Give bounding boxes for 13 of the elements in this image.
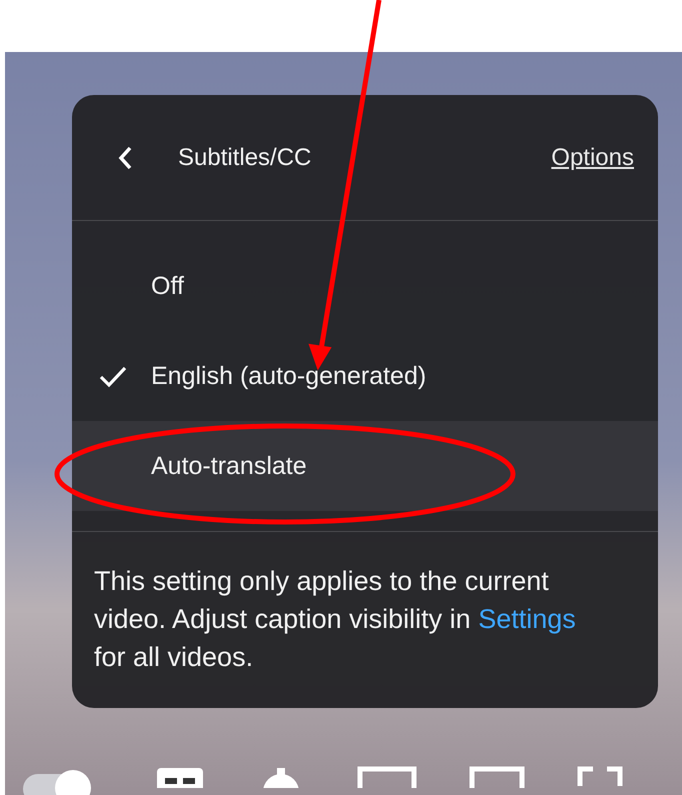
option-label: Off [151, 272, 184, 300]
settings-link[interactable]: Settings [478, 604, 576, 634]
fullscreen-icon[interactable] [577, 766, 623, 788]
options-link[interactable]: Options [551, 144, 634, 172]
subtitles-icon[interactable] [155, 766, 205, 788]
caption-note: This setting only applies to the current video. Adjust caption visibility in Settings for all videos. [93, 565, 577, 674]
back-icon[interactable] [116, 144, 134, 170]
option-label: Auto-translate [151, 452, 307, 480]
subtitle-option[interactable]: English (auto-generated) [72, 331, 658, 421]
subtitle-option[interactable]: Auto-translate [72, 421, 658, 511]
option-label: English (auto-generated) [151, 362, 426, 390]
subtitle-option[interactable]: Off [72, 241, 658, 331]
menu-title: Subtitles/CC [178, 144, 312, 172]
